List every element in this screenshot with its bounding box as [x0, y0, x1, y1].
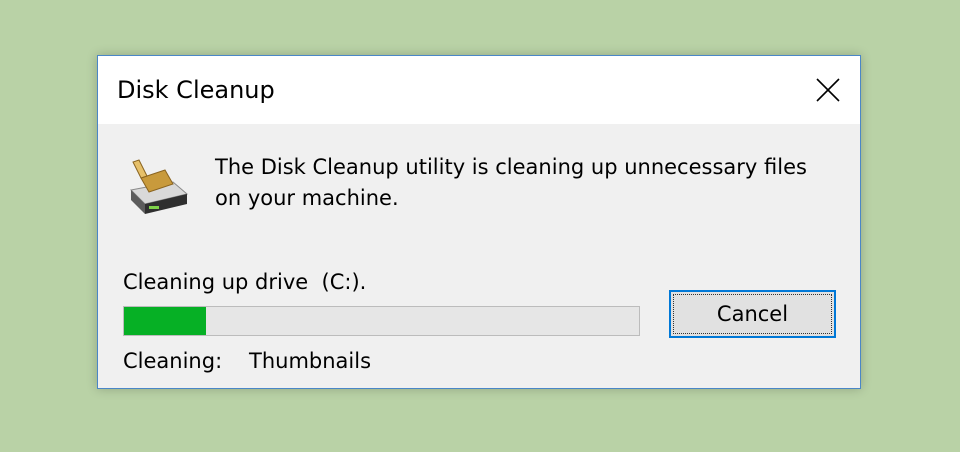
cancel-button[interactable]: Cancel [669, 290, 836, 338]
cleaning-item-value: Thumbnails [249, 349, 372, 373]
close-button[interactable] [800, 56, 860, 124]
status-message: The Disk Cleanup utility is cleaning up … [215, 155, 807, 210]
cleaning-label: Cleaning: [123, 349, 223, 373]
title-bar: Disk Cleanup [98, 56, 860, 124]
disk-cleanup-icon [123, 156, 191, 216]
window-title: Disk Cleanup [117, 76, 275, 104]
disk-cleanup-dialog: Disk Cleanup The Disk Cleanup utility is… [97, 55, 861, 389]
progress-bar-fill [124, 307, 207, 335]
close-icon [816, 78, 840, 102]
progress-bar [123, 306, 640, 336]
progress-label: Cleaning up drive (C:). [123, 270, 367, 294]
